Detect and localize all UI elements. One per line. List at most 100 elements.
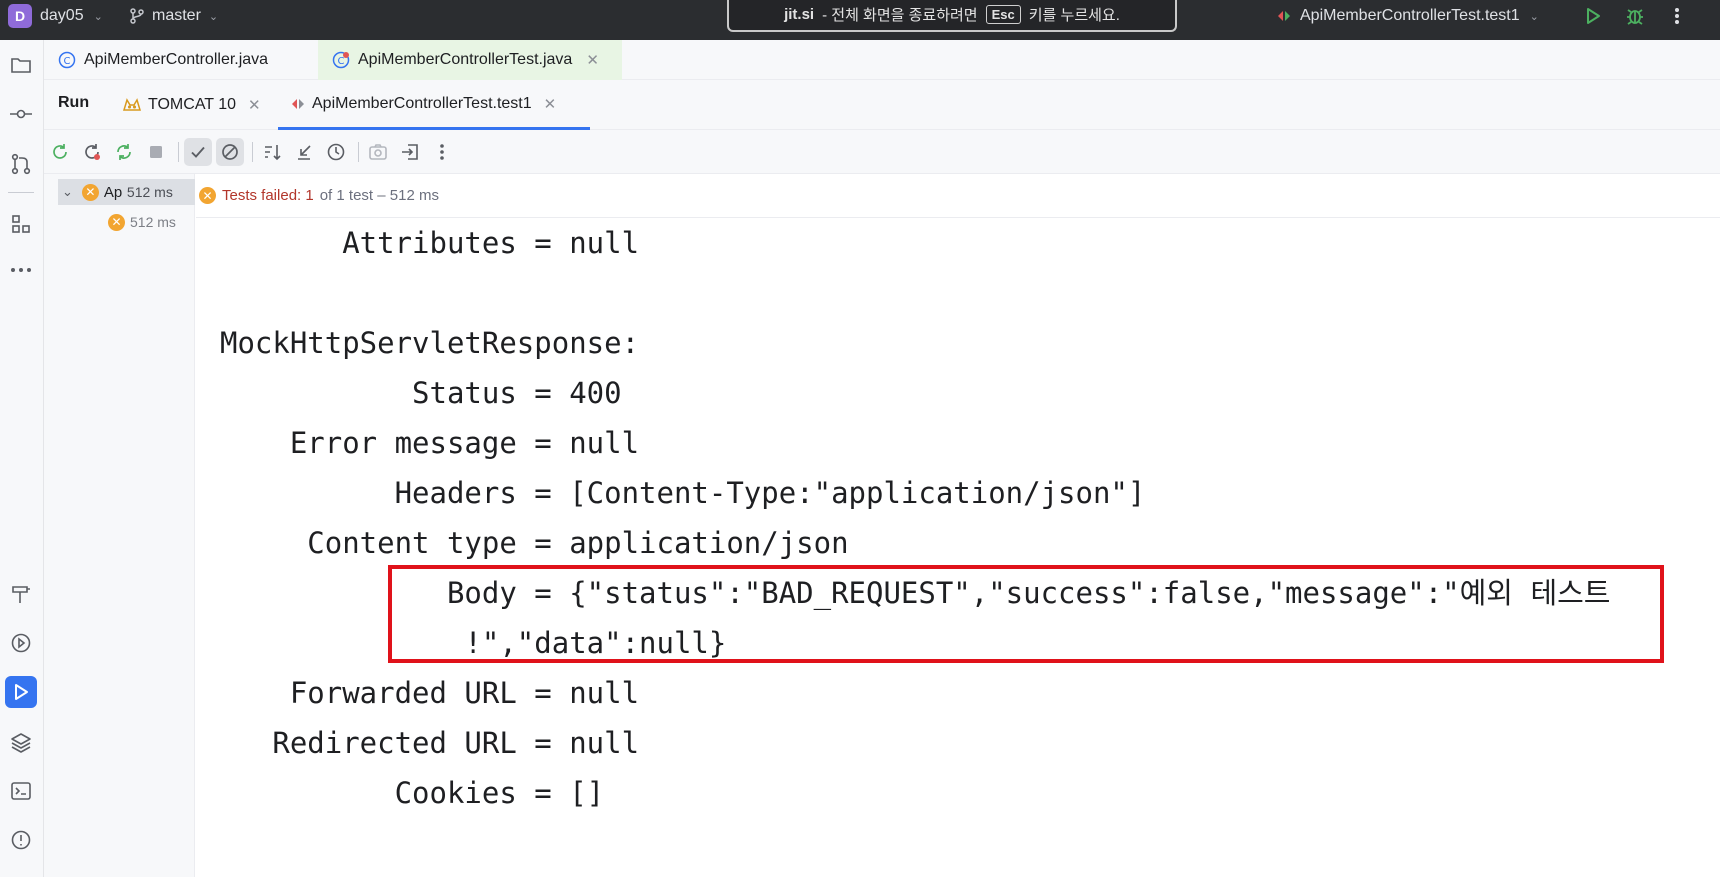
- console-line-body: Body = {"status":"BAD_REQUEST","success"…: [220, 576, 1611, 610]
- console-line-body-continued: !","data":null}: [220, 626, 727, 660]
- folder-icon: [11, 58, 31, 73]
- problems-tool-button[interactable]: [5, 824, 37, 856]
- console-line: Content type = application/json: [220, 526, 849, 560]
- chevron-down-icon: ⌄: [1529, 10, 1539, 23]
- services-tool-button[interactable]: [5, 627, 37, 659]
- editor-tabs: C ApiMemberController.java C ApiMemberCo…: [44, 40, 1720, 80]
- esc-key-badge: Esc: [985, 4, 1021, 24]
- terminal-tool-button[interactable]: [5, 775, 37, 807]
- toolbar-more-button[interactable]: [428, 138, 456, 166]
- test-status-bar: ✕ Tests failed: 1 of 1 test – 512 ms: [196, 174, 1720, 218]
- test-tree: ⌄ ✕ ApiMemberControllerTest 512 ms ✕ 512…: [44, 174, 195, 877]
- notice-text-before: - 전체 화면을 종료하려면: [822, 6, 978, 24]
- layers-tool-button[interactable]: [5, 726, 37, 758]
- rerun-failed-button[interactable]: [78, 138, 106, 166]
- sort-button[interactable]: [258, 138, 286, 166]
- close-icon[interactable]: ✕: [586, 51, 599, 69]
- test-tree-child[interactable]: ✕ 512 ms: [108, 209, 176, 235]
- collapse-icon: [298, 145, 311, 160]
- run-panel-title: Run: [58, 94, 90, 111]
- console-line: MockHttpServletResponse:: [220, 326, 640, 360]
- svg-text:C: C: [338, 56, 345, 67]
- notice-text-after: 키를 누르세요.: [1028, 6, 1120, 24]
- run-button[interactable]: [1580, 4, 1606, 28]
- title-bar: D day05 ⌄ master ⌄ jit.si - 전체 화면을 종료하려면…: [0, 0, 1720, 40]
- show-passed-button[interactable]: [184, 138, 212, 166]
- commit-icon: [10, 109, 32, 119]
- pull-requests-tool-button[interactable]: [5, 148, 37, 180]
- close-icon[interactable]: ✕: [544, 95, 557, 113]
- tab-label: ApiMemberController.java: [84, 51, 269, 68]
- console-line: Cookies = []: [220, 776, 605, 810]
- toolbar-divider: [178, 142, 179, 162]
- close-icon[interactable]: ✕: [248, 96, 261, 114]
- tab-tomcat[interactable]: TOMCAT 10 ✕: [110, 80, 273, 130]
- tool-strip-divider: [8, 192, 34, 193]
- stop-icon: [150, 146, 162, 158]
- hammer-icon: [12, 586, 30, 603]
- show-ignored-button[interactable]: [216, 138, 244, 166]
- vertical-dots-icon: [1675, 8, 1679, 24]
- run-configuration-selector[interactable]: ApiMemberControllerTest.test1 ⌄: [1276, 4, 1539, 28]
- layers-icon: [11, 733, 31, 753]
- console-line: Error message = null: [220, 426, 640, 460]
- rerun-failed-icon: [85, 144, 100, 160]
- ignored-icon: [222, 144, 238, 160]
- sort-icon: [265, 145, 281, 161]
- run-config-name: ApiMemberControllerTest.test1: [1300, 7, 1520, 24]
- play-icon: [1587, 8, 1600, 24]
- debug-button[interactable]: [1622, 4, 1648, 28]
- git-branch-icon: [130, 8, 144, 24]
- screenshot-button[interactable]: [364, 138, 392, 166]
- svg-text:C: C: [64, 56, 71, 67]
- tab-api-member-controller[interactable]: C ApiMemberController.java: [44, 40, 282, 80]
- test-duration: 512 ms: [126, 184, 173, 200]
- console-line: Redirected URL = null: [220, 726, 640, 760]
- console-output[interactable]: Attributes = null MockHttpServletRespons…: [196, 218, 1720, 877]
- build-tool-button[interactable]: [5, 578, 37, 610]
- import-tests-button[interactable]: [396, 138, 424, 166]
- branch-selector[interactable]: master ⌄: [128, 4, 218, 28]
- more-tools-button[interactable]: [5, 254, 37, 286]
- more-options-button[interactable]: [1664, 4, 1690, 28]
- structure-tool-button[interactable]: [5, 208, 37, 240]
- clock-icon: [327, 143, 345, 161]
- tomcat-icon: [122, 98, 142, 111]
- test-history-button[interactable]: [322, 138, 350, 166]
- stop-button[interactable]: [142, 138, 170, 166]
- project-tool-button[interactable]: [5, 49, 37, 81]
- fullscreen-notice: jit.si - 전체 화면을 종료하려면 Esc 키를 누르세요.: [727, 0, 1177, 32]
- services-icon: [11, 633, 31, 653]
- left-tool-strip: [0, 40, 44, 877]
- test-failed-icon: ✕: [108, 213, 125, 231]
- auto-test-icon: [117, 144, 131, 160]
- test-tree-root[interactable]: ⌄ ✕ ApiMemberControllerTest 512 ms: [58, 179, 195, 205]
- tests-summary: of 1 test – 512 ms: [319, 187, 439, 204]
- terminal-icon: [11, 782, 31, 800]
- horizontal-dots-icon: [11, 268, 31, 272]
- run-tool-button[interactable]: [5, 676, 37, 708]
- java-class-icon: C: [58, 51, 76, 69]
- notice-site: jit.si: [784, 5, 815, 23]
- test-duration: 512 ms: [130, 214, 176, 230]
- console-line: Attributes = null: [220, 226, 640, 260]
- tab-test-run[interactable]: ApiMemberControllerTest.test1 ✕: [278, 80, 590, 130]
- rerun-button[interactable]: [46, 138, 74, 166]
- test-config-icon: [1278, 11, 1290, 21]
- tab-api-member-controller-test[interactable]: C ApiMemberControllerTest.java ✕: [318, 40, 622, 80]
- toolbar-divider: [358, 142, 359, 162]
- project-selector[interactable]: D day05 ⌄: [8, 4, 103, 28]
- chevron-down-icon: ⌄: [208, 10, 219, 23]
- test-config-icon: [292, 98, 304, 109]
- commit-tool-button[interactable]: [5, 98, 37, 130]
- run-tool-window-header: Run TOMCAT 10 ✕ ApiMemberControllerTest.…: [44, 80, 1720, 130]
- tab-label: ApiMemberControllerTest.test1: [312, 94, 532, 112]
- console-line: Headers = [Content-Type:"application/jso…: [220, 476, 1146, 510]
- test-failed-icon: ✕: [81, 183, 99, 201]
- tests-failed-label: Tests failed: 1: [222, 187, 314, 204]
- console-line: Status = 400: [220, 376, 622, 410]
- toolbar-divider: [252, 142, 253, 162]
- toggle-auto-test-button[interactable]: [110, 138, 138, 166]
- problems-icon: [11, 830, 31, 850]
- collapse-all-button[interactable]: [290, 138, 318, 166]
